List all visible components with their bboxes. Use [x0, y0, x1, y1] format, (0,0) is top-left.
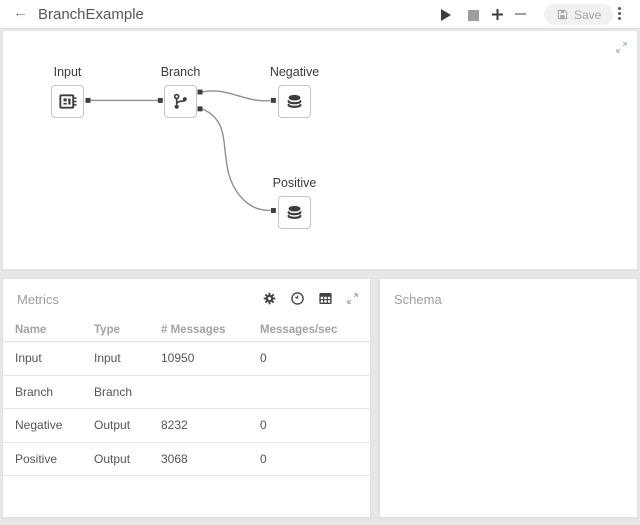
cell-type: Output — [94, 451, 131, 466]
expand-metrics-icon[interactable] — [346, 292, 359, 305]
plus-icon — [492, 9, 503, 20]
database-icon — [284, 202, 305, 223]
node-input[interactable]: Input — [51, 65, 84, 118]
table-row[interactable]: Input Input 10950 0 — [3, 342, 370, 376]
cell-type: Input — [94, 351, 121, 366]
play-button[interactable] — [441, 9, 451, 21]
table-row[interactable]: Positive Output 3068 0 — [3, 443, 370, 476]
zoom-out-button[interactable] — [515, 13, 526, 15]
col-header-name: Name — [15, 324, 47, 336]
table-row[interactable]: Negative Output 8232 0 — [3, 409, 370, 443]
node-negative[interactable]: Negative — [270, 65, 319, 118]
more-menu-button[interactable] — [613, 7, 625, 20]
cell-messages-per-sec: 0 — [260, 351, 267, 366]
zoom-in-button[interactable] — [491, 8, 504, 26]
stop-button[interactable] — [468, 10, 479, 21]
settings-icon[interactable] — [262, 291, 277, 306]
table-row[interactable]: Branch Branch — [3, 376, 370, 409]
metrics-toolbar — [262, 291, 359, 306]
cell-messages-per-sec: 0 — [260, 451, 267, 466]
cell-messages: 10950 — [161, 351, 195, 366]
input-window-icon — [57, 91, 78, 112]
cell-name: Positive — [15, 451, 58, 466]
database-icon — [284, 91, 305, 112]
cell-name: Branch — [15, 384, 54, 399]
node-branch[interactable]: Branch — [161, 65, 200, 118]
metrics-title: Metrics — [17, 292, 59, 307]
back-icon[interactable]: ← — [13, 4, 28, 21]
pipeline-canvas: Input Branch Negative Positive — [2, 30, 638, 270]
metrics-panel: Metrics Name Type # Messages Messages/se… — [2, 278, 371, 518]
schema-panel: Schema — [379, 278, 638, 518]
cell-name: Negative — [15, 418, 63, 433]
schema-title: Schema — [394, 292, 442, 307]
pipeline-graph: Input Branch Negative Positive — [3, 31, 637, 269]
table-icon[interactable] — [318, 291, 333, 306]
col-header-messages: # Messages — [161, 324, 226, 336]
floppy-icon — [556, 8, 569, 21]
cell-messages-per-sec: 0 — [260, 418, 267, 433]
cell-type: Branch — [94, 384, 133, 399]
cell-messages: 3068 — [161, 451, 188, 466]
branch-icon — [170, 91, 191, 112]
node-positive[interactable]: Positive — [273, 176, 316, 229]
top-bar: ← BranchExample Save — [0, 0, 640, 29]
cell-type: Output — [94, 418, 131, 433]
save-button-label: Save — [574, 7, 602, 22]
col-header-type: Type — [94, 324, 120, 336]
history-icon[interactable] — [290, 291, 305, 306]
col-header-messages-per-sec: Messages/sec — [260, 324, 338, 336]
pipeline-edges — [85, 89, 276, 213]
cell-messages: 8232 — [161, 418, 188, 433]
page-title: BranchExample — [38, 6, 144, 23]
cell-name: Input — [15, 351, 42, 366]
metrics-table: Name Type # Messages Messages/sec Input … — [3, 319, 370, 476]
metrics-table-header: Name Type # Messages Messages/sec — [3, 319, 370, 342]
save-button[interactable]: Save — [544, 4, 614, 25]
